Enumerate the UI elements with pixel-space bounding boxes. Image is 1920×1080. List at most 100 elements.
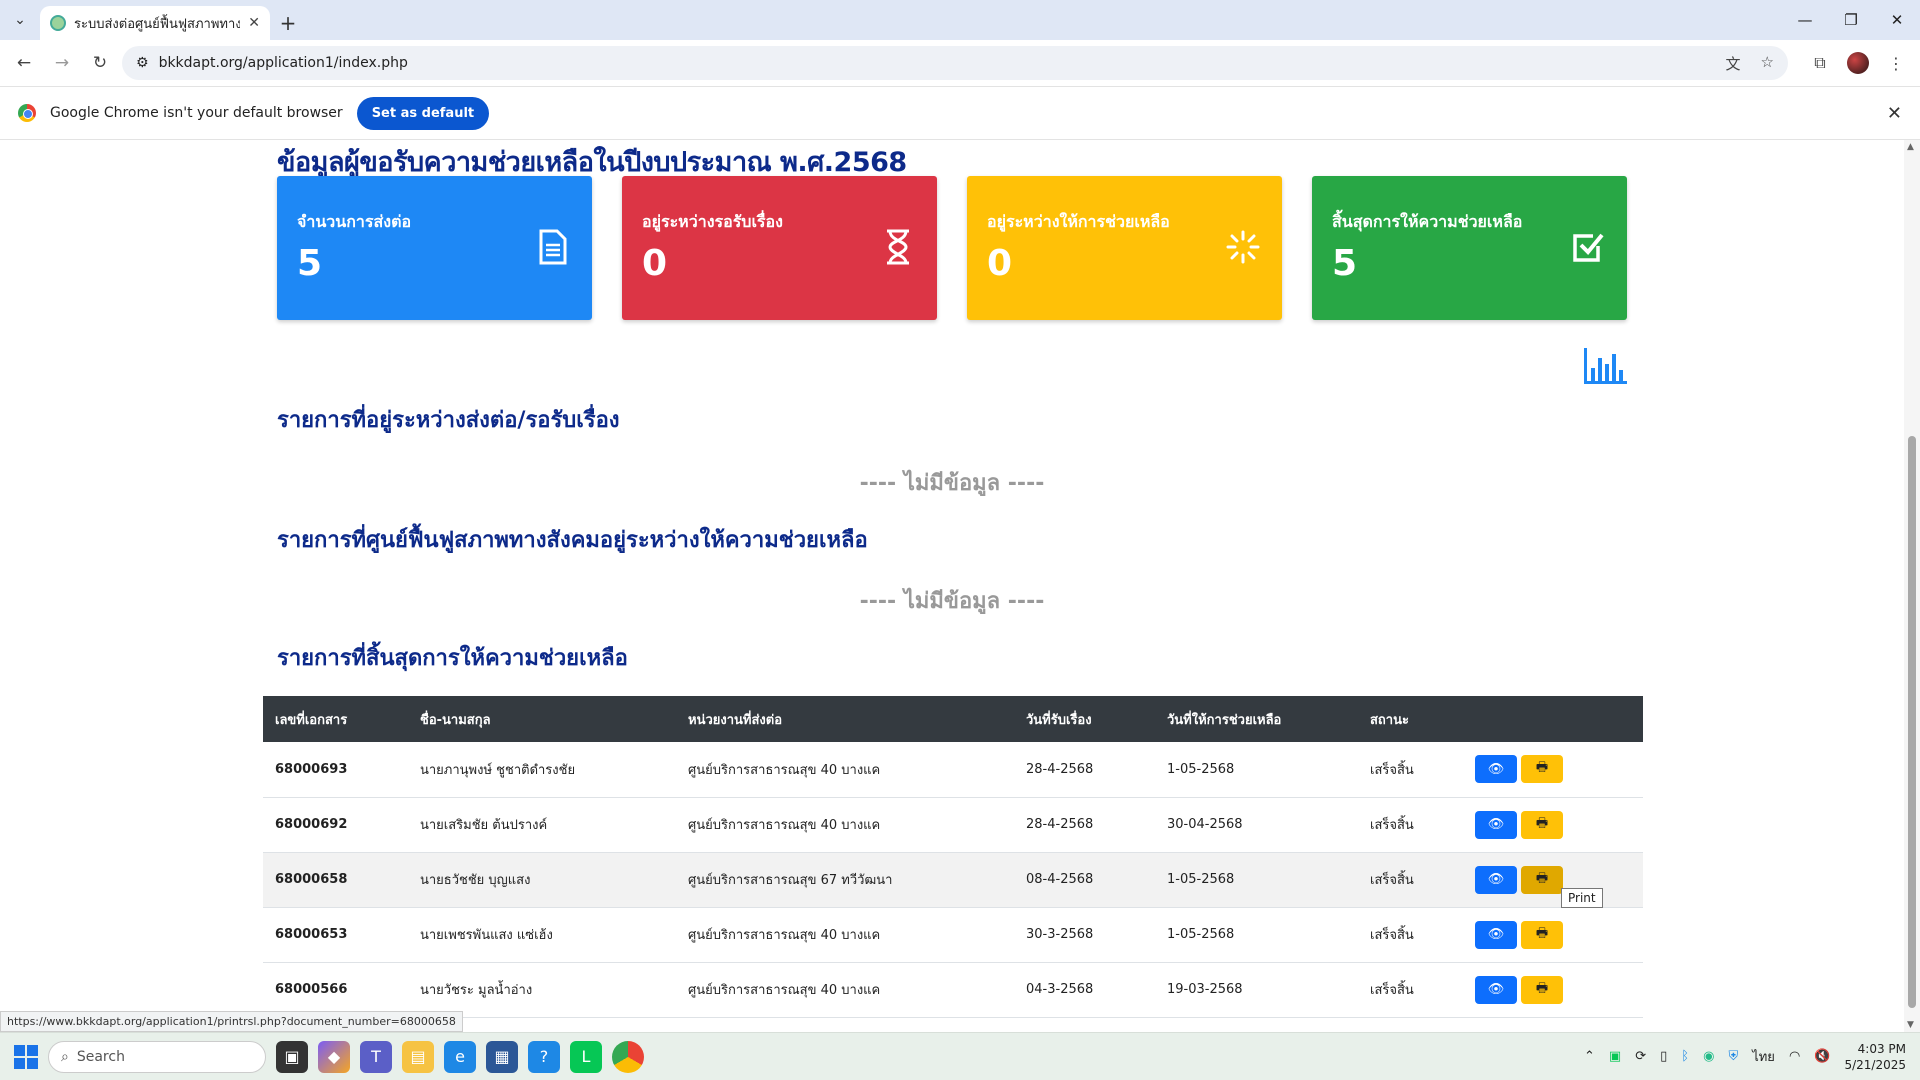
doc-number: 68000658 [263, 852, 408, 908]
card-label: จำนวนการส่งต่อ [297, 212, 412, 231]
chevron-up-icon[interactable]: ⌃ [1584, 1049, 1595, 1064]
bluetooth-icon[interactable]: ᛒ [1681, 1049, 1689, 1064]
summary-cards: จำนวนการส่งต่อ 5 อยู่ระหว่างรอรับเรื่อง … [277, 176, 1627, 320]
table-row: 68000692 นายเสริมชัย ต้นปรางค์ ศูนย์บริก… [263, 797, 1643, 853]
volume-muted-icon[interactable]: 🔇 [1814, 1049, 1830, 1064]
col-status: สถานะ [1358, 696, 1463, 742]
card-label: สิ้นสุดการให้ความช่วยเหลือ [1332, 212, 1523, 231]
store-icon[interactable]: ▦ [486, 1040, 518, 1073]
table-row: 68000658 นายธวัชชัย บุญแสง ศูนย์บริการสา… [263, 852, 1643, 908]
view-button[interactable]: 👁 [1475, 975, 1517, 1004]
chrome-logo-icon [18, 104, 36, 122]
table-row: 68000653 นายเพชรพันแสง แซ่เฮ้ง ศูนย์บริก… [263, 907, 1643, 963]
eye-icon: 👁 [1487, 817, 1505, 832]
new-tab-button[interactable]: + [270, 6, 306, 40]
card-label: อยู่ระหว่างให้การช่วยเหลือ [987, 212, 1170, 231]
back-icon[interactable]: ← [8, 47, 40, 79]
document-icon [536, 228, 570, 266]
help-date: 1-05-2568 [1155, 907, 1358, 963]
printer-icon: 🖶 [1535, 815, 1549, 831]
default-browser-infobar: Google Chrome isn't your default browser… [0, 86, 1920, 140]
clock[interactable]: 4:03 PM 5/21/2025 [1844, 1041, 1906, 1073]
task-view-icon[interactable]: ▣ [276, 1040, 308, 1073]
bookmark-star-icon[interactable]: ☆ [1761, 53, 1774, 74]
view-button[interactable]: 👁 [1475, 920, 1517, 949]
col-help-date: วันที่ให้การช่วยเหลือ [1155, 696, 1358, 742]
translate-icon[interactable]: 文 [1726, 53, 1741, 74]
print-button[interactable]: 🖶 [1521, 810, 1563, 839]
profile-avatar[interactable] [1842, 47, 1874, 79]
restore-icon[interactable]: ❐ [1828, 0, 1874, 40]
line-tray-icon[interactable]: ▣ [1609, 1049, 1621, 1064]
card-awaiting: อยู่ระหว่างรอรับเรื่อง 0 [622, 176, 937, 320]
close-window-icon[interactable]: ✕ [1874, 0, 1920, 40]
copilot-icon[interactable]: ◆ [318, 1040, 350, 1073]
no-data-pending: ---- ไม่มีข้อมูล ---- [859, 471, 1045, 496]
spinner-icon [1226, 228, 1260, 266]
eye-icon: 👁 [1487, 761, 1505, 777]
col-name: ชื่อ-นามสกุล [408, 696, 676, 742]
extensions-icon[interactable]: ⧉ [1804, 47, 1836, 79]
defender-icon[interactable]: ⛨ [1728, 1049, 1738, 1064]
printer-icon: 🖶 [1535, 980, 1549, 996]
chrome-taskbar-icon[interactable] [612, 1040, 644, 1073]
scroll-down-icon[interactable]: ▼ [1907, 1020, 1914, 1030]
eye-icon: 👁 [1487, 982, 1505, 997]
teams-icon[interactable]: T [360, 1040, 392, 1073]
agency: ศูนย์บริการสาธารณสุข 67 ทวีวัฒนา [676, 852, 1014, 908]
print-button[interactable]: 🖶 [1521, 975, 1563, 1004]
scroll-up-icon[interactable]: ▲ [1907, 142, 1914, 152]
help-icon[interactable]: ? [528, 1040, 560, 1073]
windows-taskbar: ⌕ Search ▣ ◆ T ▤ e ▦ ? L ⌃ ▣ ⟳ ▯ ᛒ ◉ ⛨ ไ… [0, 1032, 1920, 1080]
received-date: 08-4-2568 [1014, 852, 1155, 908]
close-tab-icon[interactable]: ✕ [248, 15, 260, 31]
view-button[interactable]: 👁 [1475, 810, 1517, 839]
print-button[interactable]: 🖶 [1521, 865, 1563, 894]
edge-icon[interactable]: e [444, 1040, 476, 1073]
view-button[interactable]: 👁 [1475, 865, 1517, 894]
close-infobar-icon[interactable]: ✕ [1887, 103, 1902, 124]
browser-tab[interactable]: ระบบส่งต่อศูนย์ฟื้นฟูสภาพทางสังคม ✕ [40, 6, 270, 40]
card-in-progress: อยู่ระหว่างให้การช่วยเหลือ 0 [967, 176, 1282, 320]
windows-start-icon[interactable] [14, 1044, 38, 1069]
print-button[interactable]: 🖶 [1521, 920, 1563, 949]
page-scrollbar[interactable]: ▲ ▼ [1904, 140, 1920, 1032]
status: เสร็จสิ้น [1358, 797, 1463, 853]
wifi-icon[interactable]: ◠ [1789, 1049, 1800, 1064]
completed-table: เลขที่เอกสาร ชื่อ-นามสกุล หน่วยงานที่ส่ง… [263, 696, 1643, 1018]
site-info-icon[interactable]: ⚙ [136, 55, 149, 71]
system-tray: ⌃ ▣ ⟳ ▯ ᛒ ◉ ⛨ ไทย ◠ 🔇 4:03 PM 5/21/2025 [1584, 1041, 1906, 1073]
scrollbar-thumb[interactable] [1908, 436, 1916, 1008]
app-tray-icon[interactable]: ◉ [1703, 1049, 1714, 1064]
row-actions: 👁 🖶 [1463, 742, 1643, 798]
printer-icon: 🖶 [1535, 870, 1549, 886]
tab-title: ระบบส่งต่อศูนย์ฟื้นฟูสภาพทางสังคม [74, 16, 241, 32]
minimize-icon[interactable]: — [1782, 0, 1828, 40]
col-agency: หน่วยงานที่ส่งต่อ [676, 696, 1014, 742]
row-actions: 👁 🖶 [1463, 907, 1643, 963]
taskbar-search[interactable]: ⌕ Search [48, 1040, 266, 1073]
address-bar[interactable]: ⚙ bkkdapt.org/application1/index.php 文 ☆ [122, 46, 1788, 80]
line-icon[interactable]: L [570, 1040, 602, 1073]
tab-search-icon[interactable]: ⌄ [0, 0, 40, 40]
table-row: 68000693 นายภานุพงษ์ ชูชาติดำรงชัย ศูนย์… [263, 742, 1643, 798]
status-bar-url: https://www.bkkdapt.org/application1/pri… [0, 1011, 463, 1032]
device-icon[interactable]: ▯ [1660, 1049, 1667, 1064]
col-doc-number: เลขที่เอกสาร [263, 696, 408, 742]
bar-chart-icon[interactable] [1582, 346, 1628, 386]
card-value: 0 [987, 243, 1013, 284]
url-text: bkkdapt.org/application1/index.php [158, 55, 408, 71]
person-name: นายเพชรพันแสง แซ่เฮ้ง [408, 907, 676, 963]
set-default-button[interactable]: Set as default [356, 96, 490, 130]
forward-icon[interactable]: → [46, 47, 78, 79]
site-favicon-icon [50, 15, 66, 31]
file-explorer-icon[interactable]: ▤ [402, 1040, 434, 1073]
col-actions [1463, 696, 1643, 742]
status: เสร็จสิ้น [1358, 852, 1463, 908]
chrome-menu-icon[interactable]: ⋮ [1880, 47, 1912, 79]
print-button[interactable]: 🖶 [1521, 755, 1563, 784]
sync-icon[interactable]: ⟳ [1635, 1049, 1646, 1064]
reload-icon[interactable]: ↻ [84, 47, 116, 79]
language-indicator[interactable]: ไทย [1752, 1046, 1775, 1067]
view-button[interactable]: 👁 [1475, 755, 1517, 784]
